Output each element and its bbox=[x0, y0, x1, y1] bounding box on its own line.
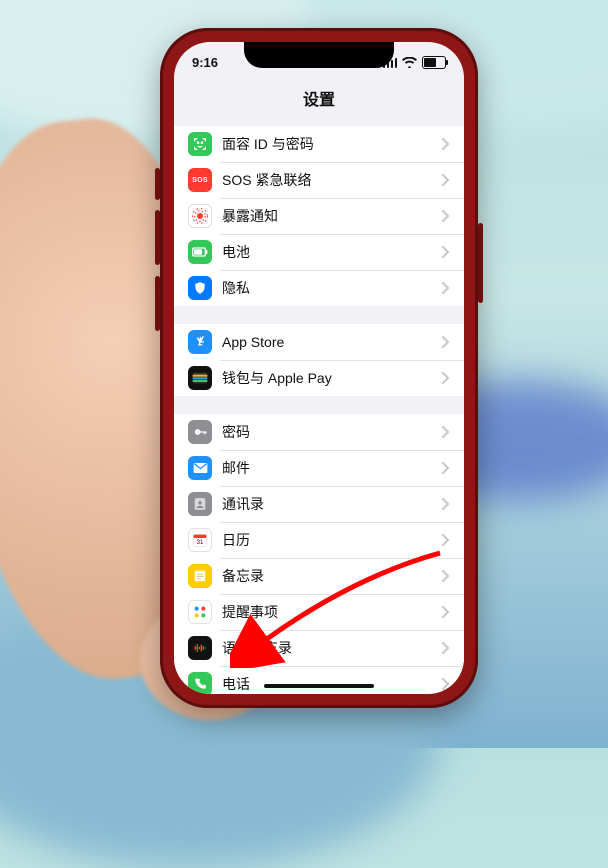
appstore-icon bbox=[188, 330, 212, 354]
settings-row-exposure[interactable]: 暴露通知 bbox=[174, 198, 464, 234]
settings-row-label: SOS 紧急联络 bbox=[222, 170, 442, 190]
phone-icon bbox=[188, 672, 212, 694]
settings-row-appstore[interactable]: App Store bbox=[174, 324, 464, 360]
page-title: 设置 bbox=[174, 82, 464, 120]
iphone-body: 9:16 设置 面容 ID 与密码 SOS SOS 紧急联络暴露通知电池隐私 App … bbox=[160, 28, 478, 708]
chevron-right-icon bbox=[442, 138, 450, 150]
power-button bbox=[478, 223, 483, 303]
chevron-right-icon bbox=[442, 246, 450, 258]
sos-icon: SOS bbox=[188, 168, 212, 192]
settings-list[interactable]: 面容 ID 与密码 SOS SOS 紧急联络暴露通知电池隐私 App Store 钱包与… bbox=[174, 126, 464, 694]
battery-icon bbox=[188, 240, 212, 264]
volume-up-button bbox=[155, 210, 160, 265]
wifi-icon bbox=[402, 57, 417, 68]
chevron-right-icon bbox=[442, 426, 450, 438]
chevron-right-icon bbox=[442, 282, 450, 294]
settings-row-label: 电池 bbox=[222, 242, 442, 262]
passwords-icon bbox=[188, 420, 212, 444]
status-time: 9:16 bbox=[192, 55, 218, 70]
settings-row-label: 面容 ID 与密码 bbox=[222, 134, 442, 154]
settings-row-label: App Store bbox=[222, 334, 442, 350]
chevron-right-icon bbox=[442, 642, 450, 654]
chevron-right-icon bbox=[442, 534, 450, 546]
contacts-icon bbox=[188, 492, 212, 516]
chevron-right-icon bbox=[442, 336, 450, 348]
settings-row-contacts[interactable]: 通讯录 bbox=[174, 486, 464, 522]
settings-row-phone[interactable]: 电话 bbox=[174, 666, 464, 694]
settings-row-voicememo[interactable]: 语音备忘录 bbox=[174, 630, 464, 666]
chevron-right-icon bbox=[442, 498, 450, 510]
phone-screen: 9:16 设置 面容 ID 与密码 SOS SOS 紧急联络暴露通知电池隐私 App … bbox=[174, 42, 464, 694]
settings-row-wallet[interactable]: 钱包与 Apple Pay bbox=[174, 360, 464, 396]
settings-row-label: 钱包与 Apple Pay bbox=[222, 368, 442, 388]
chevron-right-icon bbox=[442, 210, 450, 222]
voicememo-icon bbox=[188, 636, 212, 660]
faceid-icon bbox=[188, 132, 212, 156]
mail-icon bbox=[188, 456, 212, 480]
settings-group: 面容 ID 与密码 SOS SOS 紧急联络暴露通知电池隐私 bbox=[174, 126, 464, 306]
exposure-icon bbox=[188, 204, 212, 228]
chevron-right-icon bbox=[442, 570, 450, 582]
settings-row-privacy[interactable]: 隐私 bbox=[174, 270, 464, 306]
settings-row-label: 提醒事项 bbox=[222, 602, 442, 622]
home-indicator[interactable] bbox=[264, 684, 374, 688]
settings-row-label: 日历 bbox=[222, 530, 442, 550]
settings-row-sos[interactable]: SOS SOS 紧急联络 bbox=[174, 162, 464, 198]
settings-row-mail[interactable]: 邮件 bbox=[174, 450, 464, 486]
settings-row-calendar[interactable]: 31 日历 bbox=[174, 522, 464, 558]
settings-row-notes[interactable]: 备忘录 bbox=[174, 558, 464, 594]
settings-row-label: 邮件 bbox=[222, 458, 442, 478]
chevron-right-icon bbox=[442, 174, 450, 186]
chevron-right-icon bbox=[442, 372, 450, 384]
calendar-icon: 31 bbox=[188, 528, 212, 552]
settings-row-label: 备忘录 bbox=[222, 566, 442, 586]
settings-row-label: 语音备忘录 bbox=[222, 638, 442, 658]
settings-row-label: 暴露通知 bbox=[222, 206, 442, 226]
volume-down-button bbox=[155, 276, 160, 331]
settings-row-reminders[interactable]: 提醒事项 bbox=[174, 594, 464, 630]
privacy-icon bbox=[188, 276, 212, 300]
svg-text:31: 31 bbox=[197, 540, 204, 546]
settings-row-passwords[interactable]: 密码 bbox=[174, 414, 464, 450]
settings-row-label: 隐私 bbox=[222, 278, 442, 298]
chevron-right-icon bbox=[442, 462, 450, 474]
notes-icon bbox=[188, 564, 212, 588]
chevron-right-icon bbox=[442, 606, 450, 618]
settings-row-label: 密码 bbox=[222, 422, 442, 442]
mute-switch bbox=[155, 168, 160, 200]
reminders-icon bbox=[188, 600, 212, 624]
settings-group: 密码邮件通讯录31日历备忘录提醒事项语音备忘录电话信息 bbox=[174, 414, 464, 694]
settings-row-label: 通讯录 bbox=[222, 494, 442, 514]
chevron-right-icon bbox=[442, 678, 450, 690]
settings-group: App Store 钱包与 Apple Pay bbox=[174, 324, 464, 396]
settings-row-faceid[interactable]: 面容 ID 与密码 bbox=[174, 126, 464, 162]
battery-icon bbox=[422, 56, 446, 69]
settings-row-battery[interactable]: 电池 bbox=[174, 234, 464, 270]
notch bbox=[244, 42, 394, 68]
wallet-icon bbox=[188, 366, 212, 390]
